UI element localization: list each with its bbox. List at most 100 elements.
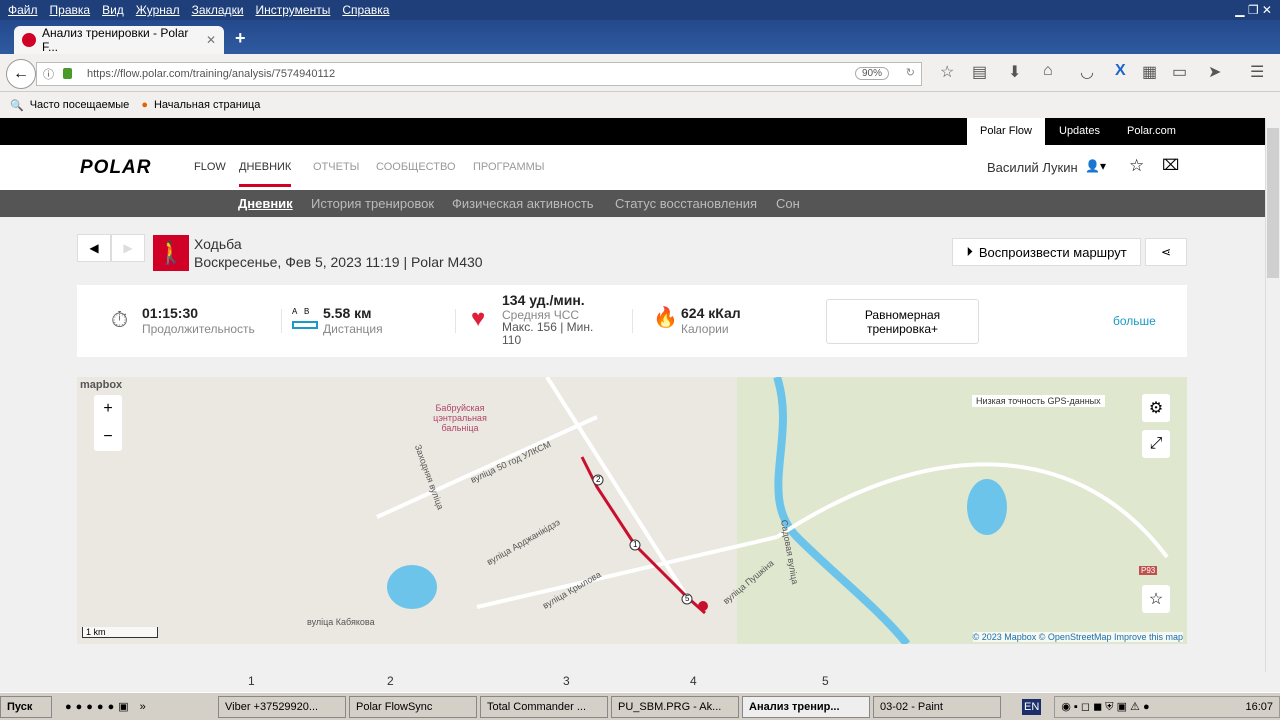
nav-reports[interactable]: ОТЧЕТЫ — [313, 161, 359, 173]
subnav-activity[interactable]: Физическая активность — [452, 190, 594, 217]
notifications-icon[interactable]: ⌧ — [1162, 156, 1179, 174]
menu-file[interactable]: Файл — [8, 3, 38, 17]
bookmark-star-icon[interactable]: ☆ — [940, 62, 954, 82]
info-icon[interactable]: ⓘ — [43, 66, 54, 82]
start-finish-marker — [698, 601, 708, 611]
replay-route-button[interactable]: ⏵ Воспроизвести маршрут — [952, 238, 1141, 266]
map-scale: 1 km — [82, 627, 158, 638]
menu-help[interactable]: Справка — [342, 3, 389, 17]
link-polar-com[interactable]: Polar.com — [1127, 118, 1176, 145]
user-name[interactable]: Василий Лукин — [987, 160, 1078, 175]
task-number: 5 — [822, 674, 829, 688]
favorites-star-icon[interactable]: ☆ — [1129, 156, 1144, 176]
polar-logo[interactable]: POLAR — [80, 157, 152, 179]
task-number: 3 — [563, 674, 570, 688]
nav-flow[interactable]: FLOW — [194, 161, 226, 173]
language-indicator[interactable]: EN — [1022, 698, 1042, 715]
send-icon[interactable]: ➤ — [1208, 62, 1221, 82]
next-training-button[interactable]: ▶ — [111, 234, 145, 262]
more-link[interactable]: больше — [1113, 314, 1156, 328]
map-settings-button[interactable]: ⚙ — [1142, 394, 1170, 422]
training-benefit-button[interactable]: Равномерная тренировка+ — [826, 299, 979, 344]
back-button[interactable]: ← — [6, 59, 36, 89]
polar-favicon-icon — [22, 33, 36, 47]
subnav-recovery[interactable]: Статус восстановления — [615, 190, 757, 217]
taskbar: Пуск ●●●●●▣ » Viber +37529920... Polar F… — [0, 692, 1280, 720]
prev-training-button[interactable]: ◀ — [77, 234, 111, 262]
hamburger-menu-icon[interactable]: ☰ — [1250, 62, 1264, 82]
subnav-history[interactable]: История тренировок — [311, 190, 434, 217]
km-label-1: 1 — [633, 540, 638, 549]
home-icon[interactable]: ⌂ — [1043, 62, 1053, 80]
road-badge: P93 — [1139, 566, 1158, 575]
hr-minmax: Макс. 156 | Мин. 110 — [502, 320, 594, 347]
stopwatch-icon: ⏱ — [111, 307, 129, 332]
task-pu-sbm[interactable]: PU_SBM.PRG - Ak... — [611, 695, 739, 718]
task-number: 4 — [690, 674, 697, 688]
close-tab-icon[interactable]: ✕ — [206, 33, 216, 47]
link-polar-flow[interactable]: Polar Flow — [967, 118, 1045, 145]
tray-icons[interactable]: ◉ ▪ ◻ ◼ ⛨ ▣ ⚠ ● — [1061, 700, 1149, 714]
map-label-hospital: Бабруйская цэнтральная бальніца — [433, 403, 487, 433]
quick-launch-icons[interactable]: ●●●●●▣ » — [55, 700, 215, 713]
nav-community[interactable]: СООБЩЕСТВО — [376, 161, 456, 173]
tab-strip: Анализ тренировки - Polar F... ✕ + — [0, 20, 1280, 54]
map-lake — [967, 479, 1007, 535]
zoom-level[interactable]: 90% — [854, 67, 889, 80]
play-icon: ⏵ — [966, 244, 973, 259]
screen-icon[interactable]: ▭ — [1172, 62, 1187, 82]
map-attribution[interactable]: © 2023 Mapbox © OpenStreetMap Improve th… — [972, 632, 1183, 642]
window-controls[interactable]: ▁ ❐ ✕ — [1235, 0, 1272, 20]
menu-bookmarks[interactable]: Закладки — [192, 3, 244, 17]
menu-view[interactable]: Вид — [102, 3, 124, 17]
map-canvas — [376, 377, 1187, 644]
nav-diary[interactable]: ДНЕВНИК — [239, 161, 292, 187]
start-button[interactable]: Пуск — [0, 695, 52, 718]
menu-history[interactable]: Журнал — [136, 3, 180, 17]
task-total-commander[interactable]: Total Commander ... — [480, 695, 608, 718]
km-label-5: 5 — [685, 594, 690, 603]
extension-x-icon[interactable]: X — [1115, 62, 1126, 80]
ruler-icon — [292, 321, 318, 329]
fullscreen-button[interactable]: ⤢ — [1142, 430, 1170, 458]
menu-tools[interactable]: Инструменты — [256, 3, 331, 17]
flag-icon[interactable]: ▦ — [1142, 62, 1157, 82]
zoom-out-button[interactable]: − — [94, 423, 122, 451]
sport-name: Ходьба — [194, 236, 242, 252]
top-strip: Polar Flow Updates Polar.com — [0, 118, 1265, 145]
subnav-diary[interactable]: Дневник — [238, 190, 293, 217]
map-favorite-button[interactable]: ☆ — [1142, 585, 1170, 613]
pocket-icon[interactable]: ◡ — [1080, 62, 1094, 82]
task-paint[interactable]: 03-02 - Paint — [873, 695, 1001, 718]
clock: 16:07 — [1245, 700, 1273, 713]
new-tab-button[interactable]: + — [235, 28, 246, 49]
menu-edit[interactable]: Правка — [50, 3, 91, 17]
zoom-in-button[interactable]: + — [94, 395, 122, 423]
user-dropdown-icon[interactable]: 👤▾ — [1085, 159, 1106, 173]
download-icon[interactable]: ⬇ — [1008, 62, 1021, 82]
bookmark-home[interactable]: Начальная страница — [154, 99, 260, 111]
duration-label: Продолжительность — [142, 322, 255, 336]
share-button[interactable]: ⋖ — [1145, 238, 1187, 266]
mapbox-logo[interactable]: mapbox — [80, 379, 122, 391]
link-updates[interactable]: Updates — [1059, 118, 1100, 145]
distance-label: Дистанция — [323, 322, 383, 336]
subnav-sleep[interactable]: Сон — [776, 190, 800, 217]
km-label-2: 2 — [596, 475, 601, 484]
route-map[interactable]: 2 1 5 mapbox + − Бабруйская цэнтральная … — [77, 377, 1187, 644]
url-text: https://flow.polar.com/training/analysis… — [87, 68, 336, 80]
distance-ab-icon: A B — [292, 307, 310, 316]
task-firefox[interactable]: Анализ тренир... — [742, 695, 870, 718]
reading-list-icon[interactable]: ▤ — [972, 62, 987, 82]
url-input[interactable]: ⓘ https://flow.polar.com/training/analys… — [36, 62, 922, 86]
bookmark-most-visited[interactable]: Часто посещаемые — [30, 99, 130, 111]
replay-label: Воспроизвести маршрут — [978, 244, 1127, 260]
reload-icon[interactable]: ↻ — [906, 66, 915, 79]
page-scrollbar[interactable] — [1265, 118, 1280, 672]
nav-programs[interactable]: ПРОГРАММЫ — [473, 161, 545, 173]
task-flowsync[interactable]: Polar FlowSync — [349, 695, 477, 718]
search-folder-icon: 🔍 — [10, 99, 24, 112]
calories-label: Калории — [681, 322, 729, 336]
task-viber[interactable]: Viber +37529920... — [218, 695, 346, 718]
tab-active[interactable]: Анализ тренировки - Polar F... ✕ — [14, 26, 224, 54]
